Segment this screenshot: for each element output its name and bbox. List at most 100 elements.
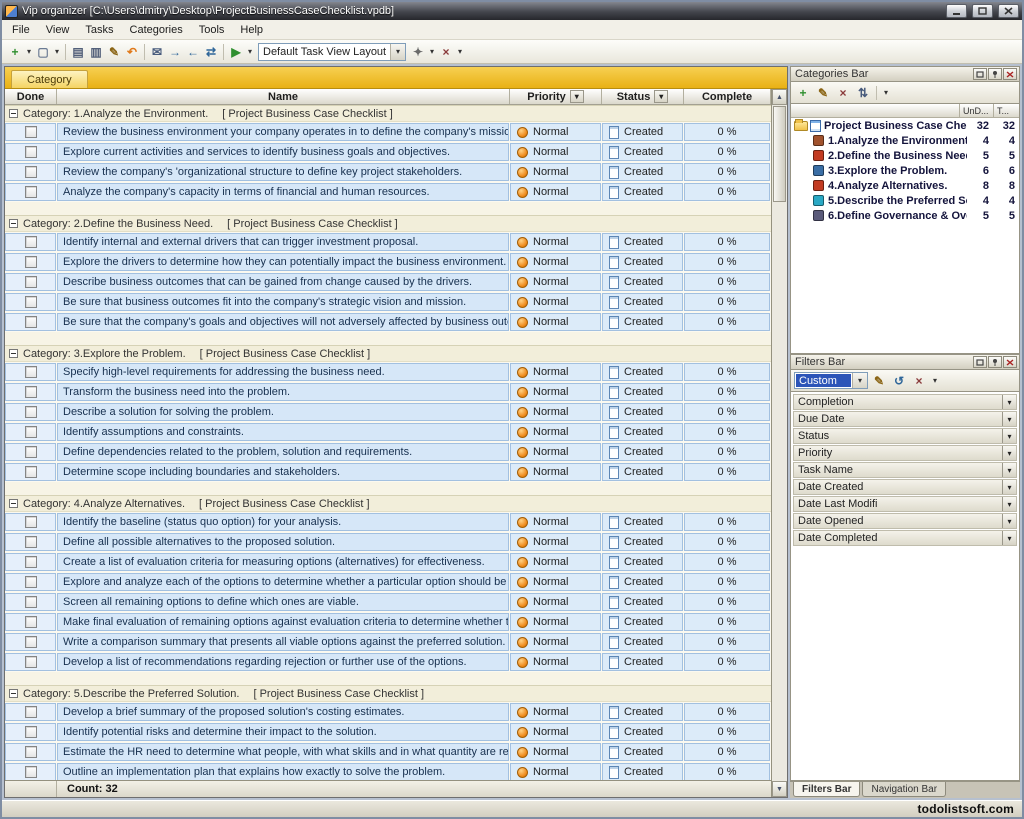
task-status-cell[interactable]: Created	[602, 143, 683, 161]
menu-view[interactable]: View	[38, 22, 78, 38]
tree-item[interactable]: 2.Define the Business Need.55	[791, 148, 1019, 163]
layout-dropdown-icon[interactable]	[390, 44, 405, 60]
task-complete-cell[interactable]: 0 %	[684, 573, 770, 591]
task-complete-cell[interactable]: 0 %	[684, 403, 770, 421]
delete-category-icon[interactable]: ×	[834, 84, 852, 102]
manage-layouts-icon[interactable]: ✦	[409, 43, 427, 61]
tree-item[interactable]: 4.Analyze Alternatives.88	[791, 178, 1019, 193]
task-name-cell[interactable]: Develop a brief summary of the proposed …	[57, 703, 509, 721]
import-icon[interactable]: ←	[184, 43, 202, 61]
task-status-cell[interactable]: Created	[602, 443, 683, 461]
task-status-cell[interactable]: Created	[602, 593, 683, 611]
task-name-cell[interactable]: Analyze the company's capacity in terms …	[57, 183, 509, 201]
edit-filter-icon[interactable]: ✎	[870, 372, 888, 390]
dropdown-arrow-icon[interactable]	[930, 372, 940, 390]
dropdown-arrow-icon[interactable]	[52, 43, 62, 61]
task-complete-cell[interactable]: 0 %	[684, 533, 770, 551]
sync-icon[interactable]: ⇄	[202, 43, 220, 61]
task-status-cell[interactable]: Created	[602, 553, 683, 571]
dropdown-arrow-icon[interactable]	[1002, 412, 1016, 426]
scrollbar-thumb[interactable]	[773, 106, 786, 202]
task-name-cell[interactable]: Identify potential risks and determine t…	[57, 723, 509, 741]
clear-layout-icon[interactable]: ×	[437, 43, 455, 61]
task-done-checkbox[interactable]	[25, 576, 37, 588]
task-done-checkbox[interactable]	[25, 726, 37, 738]
task-complete-cell[interactable]: 0 %	[684, 313, 770, 331]
task-status-cell[interactable]: Created	[602, 383, 683, 401]
task-priority-cell[interactable]: Normal	[510, 613, 601, 631]
task-complete-cell[interactable]: 0 %	[684, 293, 770, 311]
task-complete-cell[interactable]: 0 %	[684, 743, 770, 761]
edit-category-icon[interactable]: ✎	[814, 84, 832, 102]
dropdown-arrow-icon[interactable]	[881, 84, 891, 102]
edit-task-icon[interactable]: ✎	[105, 43, 123, 61]
status-filter-dropdown[interactable]	[654, 90, 668, 103]
tree-item[interactable]: 6.Define Governance & Over55	[791, 208, 1019, 223]
task-priority-cell[interactable]: Normal	[510, 143, 601, 161]
task-name-cell[interactable]: Be sure that the company's goals and obj…	[57, 313, 509, 331]
task-done-checkbox[interactable]	[25, 636, 37, 648]
task-done-checkbox[interactable]	[25, 426, 37, 438]
task-done-checkbox[interactable]	[25, 126, 37, 138]
filter-row-date-opened[interactable]: Date Opened	[793, 513, 1017, 529]
tree-item[interactable]: 3.Explore the Problem.66	[791, 163, 1019, 178]
filter-row-due-date[interactable]: Due Date	[793, 411, 1017, 427]
filter-preset-combobox[interactable]: Custom	[794, 372, 868, 389]
task-status-cell[interactable]: Created	[602, 253, 683, 271]
task-status-cell[interactable]: Created	[602, 273, 683, 291]
priority-filter-dropdown[interactable]	[570, 90, 584, 103]
task-status-cell[interactable]: Created	[602, 363, 683, 381]
column-header-status[interactable]: Status	[602, 89, 684, 104]
dropdown-arrow-icon[interactable]	[1002, 497, 1016, 511]
task-priority-cell[interactable]: Normal	[510, 313, 601, 331]
task-priority-cell[interactable]: Normal	[510, 403, 601, 421]
task-name-cell[interactable]: Define all possible alternatives to the …	[57, 533, 509, 551]
task-complete-cell[interactable]: 0 %	[684, 383, 770, 401]
task-done-checkbox[interactable]	[25, 366, 37, 378]
task-priority-cell[interactable]: Normal	[510, 293, 601, 311]
close-button[interactable]	[998, 4, 1019, 18]
task-priority-cell[interactable]: Normal	[510, 463, 601, 481]
task-status-cell[interactable]: Created	[602, 573, 683, 591]
task-done-checkbox[interactable]	[25, 186, 37, 198]
categories-bar-pin-button[interactable]	[988, 68, 1002, 80]
filter-row-completion[interactable]: Completion	[793, 394, 1017, 410]
menu-help[interactable]: Help	[232, 22, 271, 38]
export-icon[interactable]: →	[166, 43, 184, 61]
group-by-category-tab[interactable]: Category	[11, 70, 88, 88]
duplicate-task-icon[interactable]: ▥	[87, 43, 105, 61]
task-complete-cell[interactable]: 0 %	[684, 763, 770, 780]
task-priority-cell[interactable]: Normal	[510, 723, 601, 741]
collapse-icon[interactable]	[9, 219, 18, 228]
tree-item[interactable]: 1.Analyze the Environment.44	[791, 133, 1019, 148]
category-row[interactable]: Category: 5.Describe the Preferred Solut…	[5, 685, 771, 702]
task-name-cell[interactable]: Outline an implementation plan that expl…	[57, 763, 509, 780]
collapse-icon[interactable]	[9, 349, 18, 358]
column-header-priority[interactable]: Priority	[510, 89, 602, 104]
task-status-cell[interactable]: Created	[602, 313, 683, 331]
task-done-checkbox[interactable]	[25, 446, 37, 458]
task-status-cell[interactable]: Created	[602, 423, 683, 441]
filter-row-date-created[interactable]: Date Created	[793, 479, 1017, 495]
new-note-icon[interactable]: ▢	[34, 43, 52, 61]
task-complete-cell[interactable]: 0 %	[684, 653, 770, 671]
task-done-checkbox[interactable]	[25, 466, 37, 478]
task-done-checkbox[interactable]	[25, 296, 37, 308]
task-complete-cell[interactable]: 0 %	[684, 253, 770, 271]
task-complete-cell[interactable]: 0 %	[684, 613, 770, 631]
dropdown-arrow-icon[interactable]	[1002, 395, 1016, 409]
task-done-checkbox[interactable]	[25, 146, 37, 158]
delete-filter-icon[interactable]: ×	[910, 372, 928, 390]
column-header-name[interactable]: Name	[57, 89, 510, 104]
task-done-checkbox[interactable]	[25, 316, 37, 328]
task-done-checkbox[interactable]	[25, 536, 37, 548]
column-header-done[interactable]: Done	[5, 89, 57, 104]
task-complete-cell[interactable]: 0 %	[684, 183, 770, 201]
category-row[interactable]: Category: 3.Explore the Problem.[ Projec…	[5, 345, 771, 362]
filter-row-status[interactable]: Status	[793, 428, 1017, 444]
filter-row-date-completed[interactable]: Date Completed	[793, 530, 1017, 546]
dropdown-arrow-icon[interactable]	[24, 43, 34, 61]
task-name-cell[interactable]: Describe business outcomes that can be g…	[57, 273, 509, 291]
task-name-cell[interactable]: Specify high-level requirements for addr…	[57, 363, 509, 381]
tree-total-column-header[interactable]: T...	[993, 104, 1019, 117]
